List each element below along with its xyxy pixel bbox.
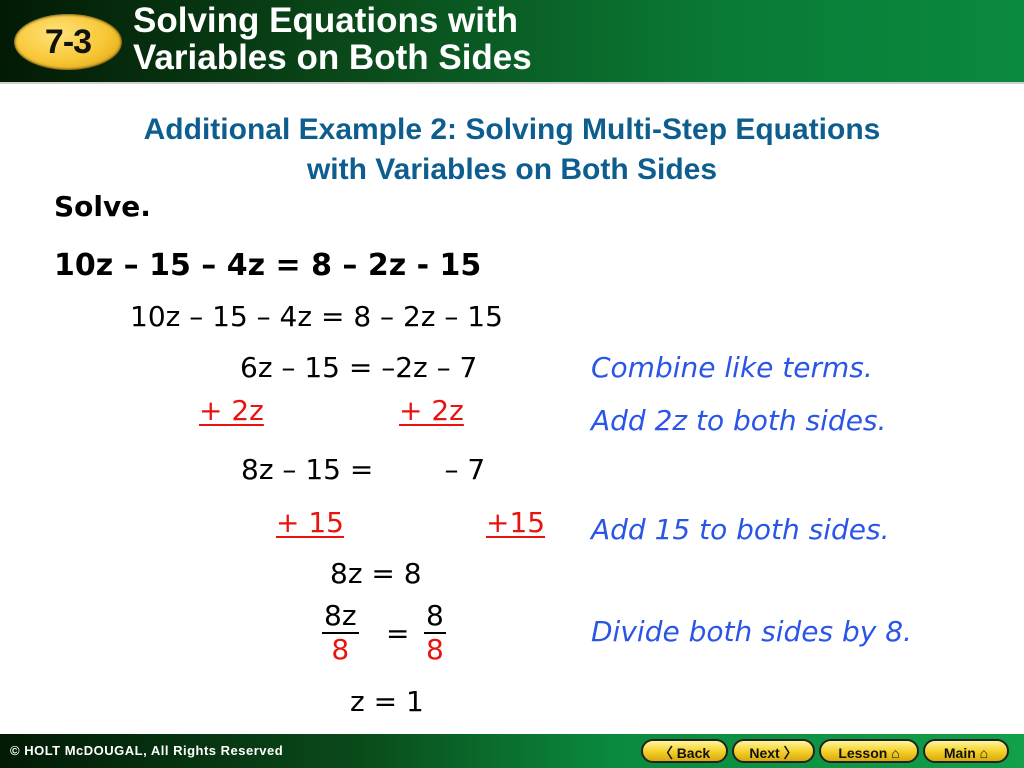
example-heading-line1: Additional Example 2: Solving Multi-Step… xyxy=(143,113,881,146)
note-add-2z: Add 2z to both sides. xyxy=(591,404,887,437)
example-heading: Additional Example 2: Solving Multi-Step… xyxy=(0,110,1024,190)
step-add-2z-right: + 2z xyxy=(399,394,464,427)
step-solution: z = 1 xyxy=(350,685,424,718)
step-add-15-left: + 15 xyxy=(276,506,344,539)
main-button[interactable]: Main ⌂ xyxy=(923,739,1009,763)
step-after-add: 8z – 15 = – 7 xyxy=(241,453,486,486)
lesson-title: Solving Equations with Variables on Both… xyxy=(133,2,532,76)
fraction-right: 8 8 xyxy=(424,600,446,666)
note-combine: Combine like terms. xyxy=(591,351,873,384)
step-add-15-right: +15 xyxy=(486,506,546,539)
fraction-equals: = xyxy=(386,617,410,650)
example-heading-line2: with Variables on Both Sides xyxy=(306,153,718,186)
lesson-title-line1: Solving Equations with xyxy=(133,1,518,40)
copyright-text: © HOLT McDOUGAL, All Rights Reserved xyxy=(10,743,284,758)
fraction-right-numerator: 8 xyxy=(424,599,446,634)
step-simplified: 8z = 8 xyxy=(330,557,422,590)
note-divide: Divide both sides by 8. xyxy=(591,615,912,648)
lesson-button[interactable]: Lesson ⌂ xyxy=(819,739,919,763)
fraction-left-denominator: 8 xyxy=(331,633,350,666)
next-button[interactable]: Next 〉 xyxy=(732,739,815,763)
back-button[interactable]: 〈 Back xyxy=(641,739,728,763)
step-combined: 6z – 15 = –2z – 7 xyxy=(240,351,478,384)
footer-bar: © HOLT McDOUGAL, All Rights Reserved 〈 B… xyxy=(0,734,1024,768)
lesson-title-line2: Variables on Both Sides xyxy=(133,38,532,77)
lesson-number-badge: 7-3 xyxy=(14,14,122,70)
given-equation: 10z – 15 – 4z = 8 – 2z - 15 xyxy=(54,248,482,283)
fraction-left-numerator: 8z xyxy=(322,599,359,634)
note-add-15: Add 15 to both sides. xyxy=(591,513,890,546)
solve-prompt: Solve. xyxy=(54,190,151,223)
fraction-right-denominator: 8 xyxy=(426,633,444,666)
step-rewrite: 10z – 15 – 4z = 8 – 2z – 15 xyxy=(130,300,503,333)
fraction-left: 8z 8 xyxy=(322,600,359,666)
step-add-2z-left: + 2z xyxy=(199,394,264,427)
header-banner: 7-3 Solving Equations with Variables on … xyxy=(0,0,1024,84)
